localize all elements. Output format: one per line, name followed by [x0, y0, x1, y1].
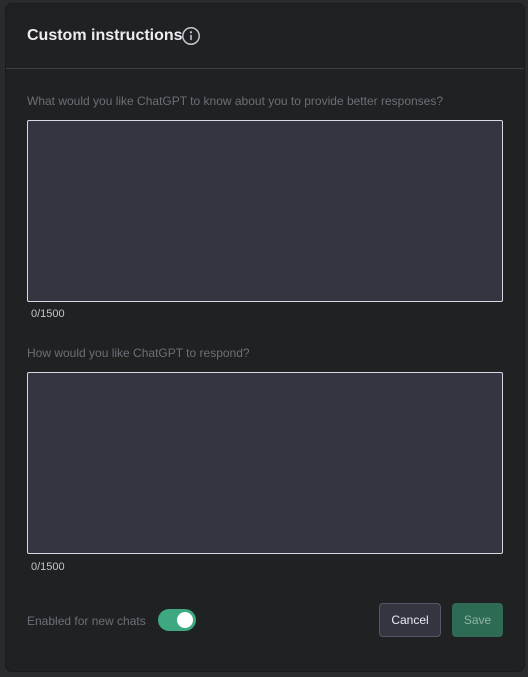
dialog-header: Custom instructions — [6, 4, 524, 69]
cancel-button[interactable]: Cancel — [379, 603, 441, 637]
about-you-question: What would you like ChatGPT to know abou… — [27, 94, 444, 108]
save-button[interactable]: Save — [452, 603, 503, 637]
about-you-char-counter: 0/1500 — [31, 308, 65, 320]
response-style-char-counter: 0/1500 — [31, 561, 65, 573]
toggle-knob — [177, 612, 193, 628]
custom-instructions-dialog: Custom instructions What would you like … — [6, 4, 524, 671]
enabled-for-new-chats-toggle[interactable] — [158, 609, 196, 631]
response-style-question: How would you like ChatGPT to respond? — [27, 346, 250, 360]
response-style-textarea[interactable] — [27, 372, 503, 554]
info-circle-icon[interactable] — [181, 26, 201, 46]
about-you-textarea[interactable] — [27, 120, 503, 302]
enabled-for-new-chats-label: Enabled for new chats — [27, 614, 146, 628]
dialog-title: Custom instructions — [27, 27, 183, 44]
